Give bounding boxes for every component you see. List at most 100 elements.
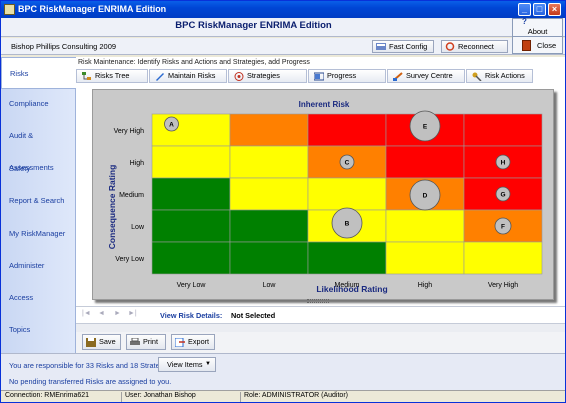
config-icon <box>376 43 386 50</box>
prev-record-icon[interactable]: ◄ <box>98 310 105 317</box>
last-record-icon[interactable]: ►| <box>128 310 137 317</box>
tree-icon <box>82 72 91 80</box>
save-icon <box>86 338 96 347</box>
tab-risks-tree[interactable]: Risks Tree <box>76 69 148 83</box>
maximize-button[interactable]: □ <box>533 3 546 16</box>
heatmap-cell[interactable] <box>385 209 465 243</box>
heatmap-cell[interactable] <box>229 113 309 147</box>
reconnect-label: Reconnect <box>458 42 494 51</box>
sidebar-item-topics[interactable]: Topics <box>1 314 75 346</box>
app-title: BPC RiskManager ENRIMA Edition <box>175 20 332 31</box>
tab-risk-actions[interactable]: Risk Actions <box>466 69 533 83</box>
view-risk-details-label: View Risk Details: <box>160 311 223 320</box>
reconnect-button[interactable]: Reconnect <box>441 40 508 53</box>
sidebar-item-my-riskmanager[interactable]: My RiskManager <box>1 218 75 250</box>
minimize-button[interactable]: _ <box>518 3 531 16</box>
sidebar-item-compliance[interactable]: Compliance <box>1 88 75 120</box>
risk-heatmap-chart: Inherent Risk Likelihood Rating Conseque… <box>92 89 554 300</box>
app-window: BPC RiskManager ENRIMA Edition _ □ × BPC… <box>0 0 566 403</box>
heatmap-cell[interactable] <box>151 145 231 179</box>
print-button[interactable]: Print <box>126 334 166 350</box>
heatmap-cell[interactable] <box>151 241 231 275</box>
heatmap-cell[interactable] <box>229 177 309 211</box>
risk-bubble-label: A <box>169 122 174 129</box>
progress-icon <box>314 72 324 81</box>
splitter-handle[interactable] <box>307 299 329 303</box>
status-user: User: Jonathan Bishop <box>125 392 196 399</box>
breadcrumb: Risk Maintenance: Identify Risks and Act… <box>78 59 310 66</box>
heatmap-cell[interactable] <box>463 241 543 275</box>
y-tick-label: Medium <box>119 192 144 199</box>
about-label: About <box>527 27 548 36</box>
print-label: Print <box>143 337 159 346</box>
export-button[interactable]: Export <box>171 334 215 350</box>
export-icon <box>175 338 185 347</box>
close-window-button[interactable]: × <box>548 3 561 16</box>
status-separator <box>240 392 241 402</box>
first-record-icon[interactable]: |◄ <box>82 310 91 317</box>
sidebar-item-audit[interactable]: Audit & Assessments <box>1 120 75 172</box>
about-button[interactable]: ? About <box>512 17 563 37</box>
app-close-button[interactable]: Close <box>512 36 563 54</box>
selected-risk-value: Not Selected <box>231 311 276 320</box>
door-icon <box>522 40 531 51</box>
risk-bubble-label: C <box>345 160 350 167</box>
y-tick-label: High <box>130 160 145 167</box>
sidebar-item-risks[interactable]: Risks <box>1 57 77 89</box>
sidebar-item-safety[interactable]: Safety <box>1 153 75 185</box>
app-icon <box>4 4 15 15</box>
sidebar-item-administer[interactable]: Administer <box>1 250 75 282</box>
status-connection: Connection: RMEnrima621 <box>5 392 90 399</box>
close-label: Close <box>537 41 557 50</box>
heatmap-cell[interactable] <box>151 209 231 243</box>
pen-icon <box>156 73 164 81</box>
sidebar-item-access[interactable]: Access <box>1 282 75 314</box>
heatmap-cell[interactable] <box>229 209 309 243</box>
heatmap-cell[interactable] <box>307 177 387 211</box>
chart-title: Inherent Risk <box>299 100 350 109</box>
tab-risk-actions-label: Risk Actions <box>485 71 525 80</box>
action-bar: Save Print Export <box>76 332 565 353</box>
tab-strategies-label: Strategies <box>247 71 280 80</box>
y-tick-label: Very High <box>114 128 144 135</box>
sidebar: Risks Compliance Audit & Assessments Saf… <box>1 57 77 353</box>
x-tick-label: Very Low <box>177 282 207 289</box>
status-bar: Connection: RMEnrima621 User: Jonathan B… <box>1 390 565 402</box>
sidebar-item-report-search[interactable]: Report & Search <box>1 185 75 217</box>
risk-bubble-label: G <box>500 192 505 199</box>
tab-survey-centre[interactable]: Survey Centre <box>387 69 465 83</box>
heatmap-cell[interactable] <box>151 177 231 211</box>
heatmap-cell[interactable] <box>385 145 465 179</box>
heatmap-cell[interactable] <box>385 241 465 275</box>
tab-survey-centre-label: Survey Centre <box>406 71 453 80</box>
main-panel: Risk Maintenance: Identify Risks and Act… <box>76 57 565 353</box>
heatmap-cell[interactable] <box>307 241 387 275</box>
reconnect-icon <box>445 42 455 51</box>
x-tick-label: Medium <box>335 282 360 289</box>
view-items-label: View Items <box>167 360 203 369</box>
heatmap-cell[interactable] <box>229 241 309 275</box>
status-separator <box>121 392 122 402</box>
fast-config-label: Fast Config <box>389 42 428 51</box>
risk-bubble-label: D <box>423 193 428 200</box>
tab-maintain-risks[interactable]: Maintain Risks <box>149 69 227 83</box>
target-icon <box>234 72 244 81</box>
tab-strategies[interactable]: Strategies <box>228 69 307 83</box>
dropdown-arrow-icon: ▼ <box>205 361 211 367</box>
save-button[interactable]: Save <box>82 334 121 350</box>
title-bar[interactable]: BPC RiskManager ENRIMA Edition _ □ × <box>1 1 565 18</box>
risk-bubble-label: H <box>501 160 506 167</box>
risk-bubble-label: F <box>501 224 505 231</box>
actions-icon <box>472 72 482 81</box>
heatmap-cell[interactable] <box>151 113 231 147</box>
app-header: BPC RiskManager ENRIMA Edition <box>1 18 565 37</box>
next-record-icon[interactable]: ► <box>114 310 121 317</box>
x-tick-label: High <box>418 282 433 289</box>
fast-config-button[interactable]: Fast Config <box>372 40 434 53</box>
heatmap-cell[interactable] <box>463 113 543 147</box>
heatmap-cell[interactable] <box>307 113 387 147</box>
heatmap-cell[interactable] <box>229 145 309 179</box>
tab-progress[interactable]: Progress <box>308 69 386 83</box>
view-items-dropdown[interactable]: View Items ▼ <box>158 357 216 372</box>
company-name: Bishop Phillips Consulting 2009 <box>11 42 117 51</box>
